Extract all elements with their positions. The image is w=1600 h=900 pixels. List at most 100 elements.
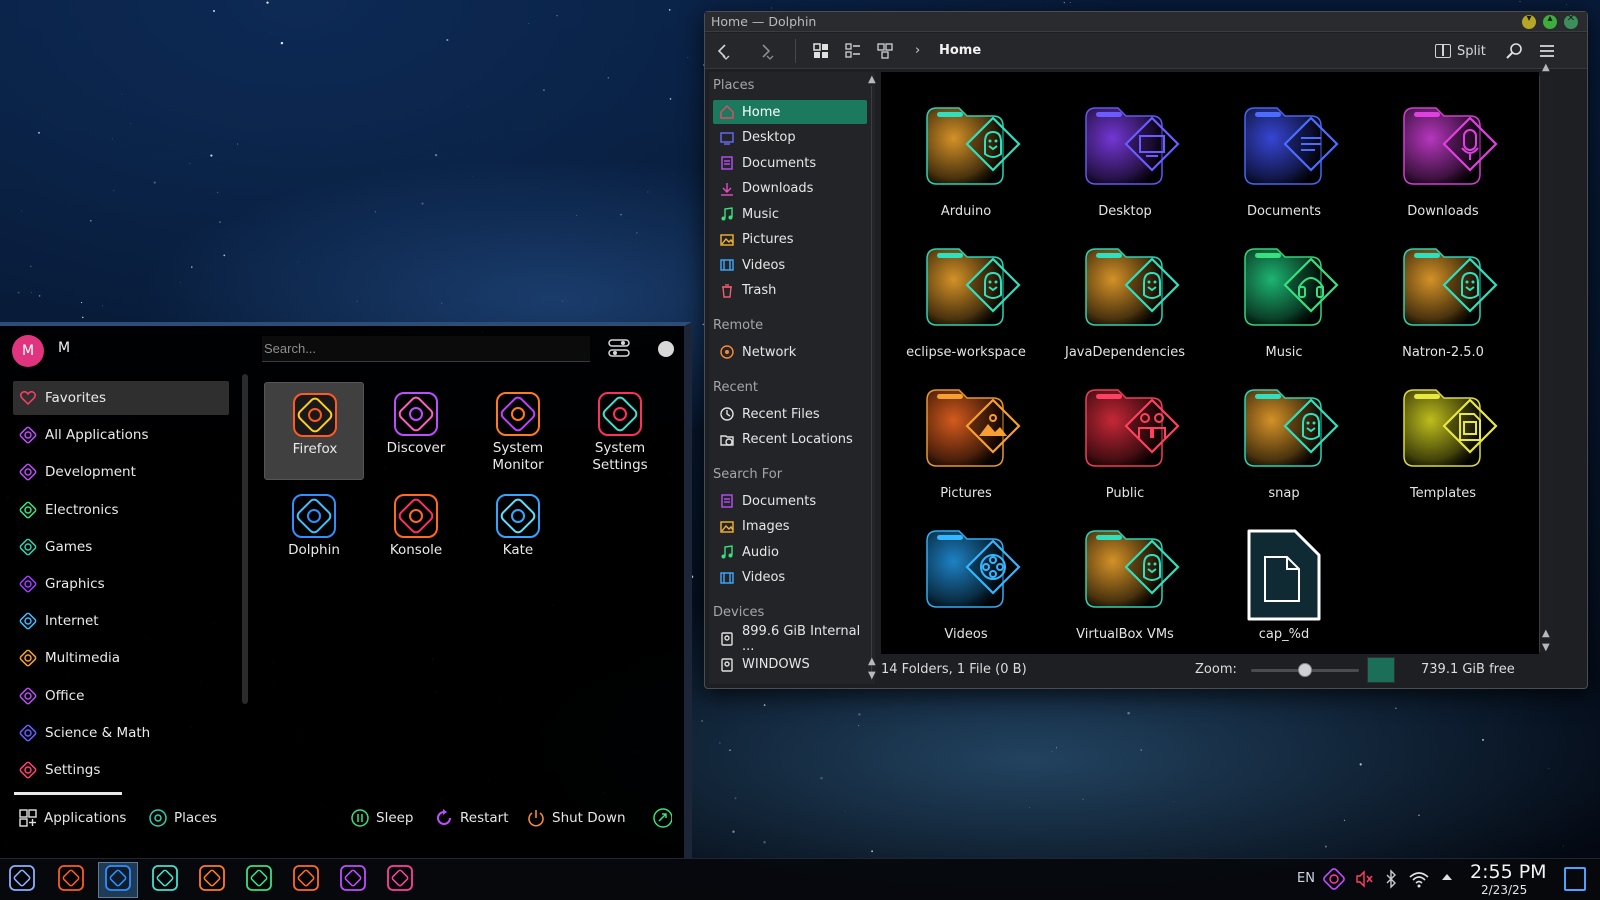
search-button[interactable]: [1502, 39, 1526, 63]
configure-button[interactable]: [608, 338, 630, 358]
tab-applications[interactable]: Applications: [18, 808, 126, 828]
category-all-applications[interactable]: All Applications: [13, 418, 229, 452]
places-scrollbar[interactable]: ▲ ▲ ▼: [868, 74, 877, 681]
category-electronics[interactable]: Electronics: [13, 493, 229, 527]
app-kate[interactable]: Kate: [468, 484, 568, 582]
folder-item[interactable]: Videos: [891, 509, 1041, 647]
folder-item[interactable]: Pictures: [891, 368, 1041, 506]
category-graphics[interactable]: Graphics: [13, 567, 229, 601]
discover-icon: [338, 863, 368, 897]
back-button[interactable]: [711, 39, 735, 63]
place-home[interactable]: Home: [713, 100, 867, 124]
recent-recent-files[interactable]: Recent Files: [713, 402, 867, 426]
category-scrollbar[interactable]: [242, 374, 248, 704]
place-music[interactable]: Music: [713, 202, 867, 226]
app-konsole[interactable]: Konsole: [366, 484, 466, 582]
tab-places[interactable]: Places: [148, 808, 217, 828]
category-internet[interactable]: Internet: [13, 604, 229, 638]
category-settings[interactable]: Settings: [13, 753, 229, 787]
search-for-videos[interactable]: Videos: [713, 566, 867, 590]
taskbar-games-button[interactable]: [380, 862, 420, 898]
device-windows[interactable]: WINDOWS: [713, 653, 867, 677]
taskbar-system-monitor-button[interactable]: [192, 862, 232, 898]
folder-item[interactable]: JavaDependencies: [1050, 227, 1200, 365]
folder-item[interactable]: Public: [1050, 368, 1200, 506]
details-view-button[interactable]: [873, 39, 897, 63]
split-button[interactable]: Split: [1435, 40, 1486, 62]
tray-app-icon[interactable]: [1323, 868, 1345, 894]
system-settings-icon: [291, 863, 321, 897]
folder-item[interactable]: Downloads: [1368, 86, 1518, 224]
search-for-documents[interactable]: Documents: [713, 489, 867, 513]
app-discover[interactable]: Discover: [366, 382, 466, 480]
avatar[interactable]: M: [12, 335, 44, 367]
file-view-scrollbar[interactable]: ▲ ▲ ▼: [1539, 62, 1553, 653]
window-titlebar[interactable]: Home — Dolphin ▾ ▴ ✕: [705, 12, 1587, 32]
show-desktop-button[interactable]: [1564, 867, 1586, 891]
category-science-math[interactable]: Science & Math: [13, 716, 229, 750]
device-899-6-gib-internal[interactable]: 899.6 GiB Internal ...: [713, 624, 867, 654]
volume-muted-icon[interactable]: [1354, 869, 1374, 893]
item-label: Pictures: [940, 486, 992, 501]
clock-time[interactable]: 2:55 PM: [1470, 861, 1547, 883]
bluetooth-icon[interactable]: [1384, 869, 1398, 893]
remote-network[interactable]: Network: [713, 340, 867, 364]
taskbar-dolphin-button[interactable]: [98, 862, 138, 898]
icons-view-button[interactable]: [809, 39, 833, 63]
taskbar-firefox-button[interactable]: [51, 862, 91, 898]
hamburger-menu-button[interactable]: [1535, 39, 1559, 63]
app-system-monitor[interactable]: System Monitor: [468, 382, 568, 480]
place-pictures[interactable]: Pictures: [713, 228, 867, 252]
app-firefox[interactable]: Firefox: [264, 382, 364, 480]
folder-item[interactable]: Templates: [1368, 368, 1518, 506]
taskbar-app-launcher-button[interactable]: [2, 862, 42, 898]
file-item[interactable]: cap_%d: [1209, 509, 1359, 647]
taskbar-kate-button[interactable]: [145, 862, 185, 898]
clock-date[interactable]: 2/23/25: [1481, 883, 1527, 897]
search-for-images[interactable]: Images: [713, 515, 867, 539]
search-for-audio[interactable]: Audio: [713, 540, 867, 564]
category-office[interactable]: Office: [13, 679, 229, 713]
shut-down-button[interactable]: Shut Down: [526, 808, 626, 828]
place-trash[interactable]: Trash: [713, 279, 867, 303]
folder-item[interactable]: Documents: [1209, 86, 1359, 224]
app-system-settings[interactable]: System Settings: [570, 382, 670, 480]
file-view[interactable]: Arduino Desktop Documents Downloads ecli…: [881, 72, 1539, 654]
folder-item[interactable]: eclipse-workspace: [891, 227, 1041, 365]
folder-item[interactable]: Music: [1209, 227, 1359, 365]
place-desktop[interactable]: Desktop: [713, 126, 867, 150]
pin-button[interactable]: [658, 341, 674, 357]
breadcrumb-home[interactable]: Home: [939, 43, 981, 58]
taskbar-konsole-button[interactable]: [239, 862, 279, 898]
maximize-icon: ▴: [1547, 13, 1553, 24]
restart-button[interactable]: Restart: [434, 808, 509, 828]
search-input[interactable]: [262, 336, 590, 362]
folder-item[interactable]: VirtualBox VMs: [1050, 509, 1200, 647]
place-documents[interactable]: Documents: [713, 151, 867, 175]
folder-item[interactable]: Arduino: [891, 86, 1041, 224]
tray-expand-icon[interactable]: [1440, 870, 1454, 888]
keyboard-layout-indicator[interactable]: EN: [1297, 871, 1315, 886]
category-multimedia[interactable]: Multimedia: [13, 641, 229, 675]
place-downloads[interactable]: Downloads: [713, 177, 867, 201]
maximize-button[interactable]: ▴: [1543, 13, 1557, 29]
folder-item[interactable]: Natron-2.5.0: [1368, 227, 1518, 365]
taskbar-system-settings-button[interactable]: [286, 862, 326, 898]
app-dolphin[interactable]: Dolphin: [264, 484, 364, 582]
close-button[interactable]: ✕: [1564, 13, 1578, 29]
category-favorites[interactable]: Favorites: [13, 381, 229, 415]
wifi-icon[interactable]: [1408, 869, 1430, 893]
place-videos[interactable]: Videos: [713, 253, 867, 277]
leave-button[interactable]: [652, 808, 672, 828]
minimize-button[interactable]: ▾: [1522, 13, 1536, 29]
compact-view-button[interactable]: [841, 39, 865, 63]
category-development[interactable]: Development: [13, 455, 229, 489]
category-games[interactable]: Games: [13, 530, 229, 564]
sleep-button[interactable]: Sleep: [350, 808, 414, 828]
forward-button[interactable]: [755, 39, 779, 63]
folder-item[interactable]: snap: [1209, 368, 1359, 506]
taskbar-discover-button[interactable]: [333, 862, 373, 898]
recent-recent-locations[interactable]: Recent Locations: [713, 428, 867, 452]
folder-item[interactable]: Desktop: [1050, 86, 1200, 224]
zoom-slider-handle[interactable]: [1298, 663, 1312, 677]
